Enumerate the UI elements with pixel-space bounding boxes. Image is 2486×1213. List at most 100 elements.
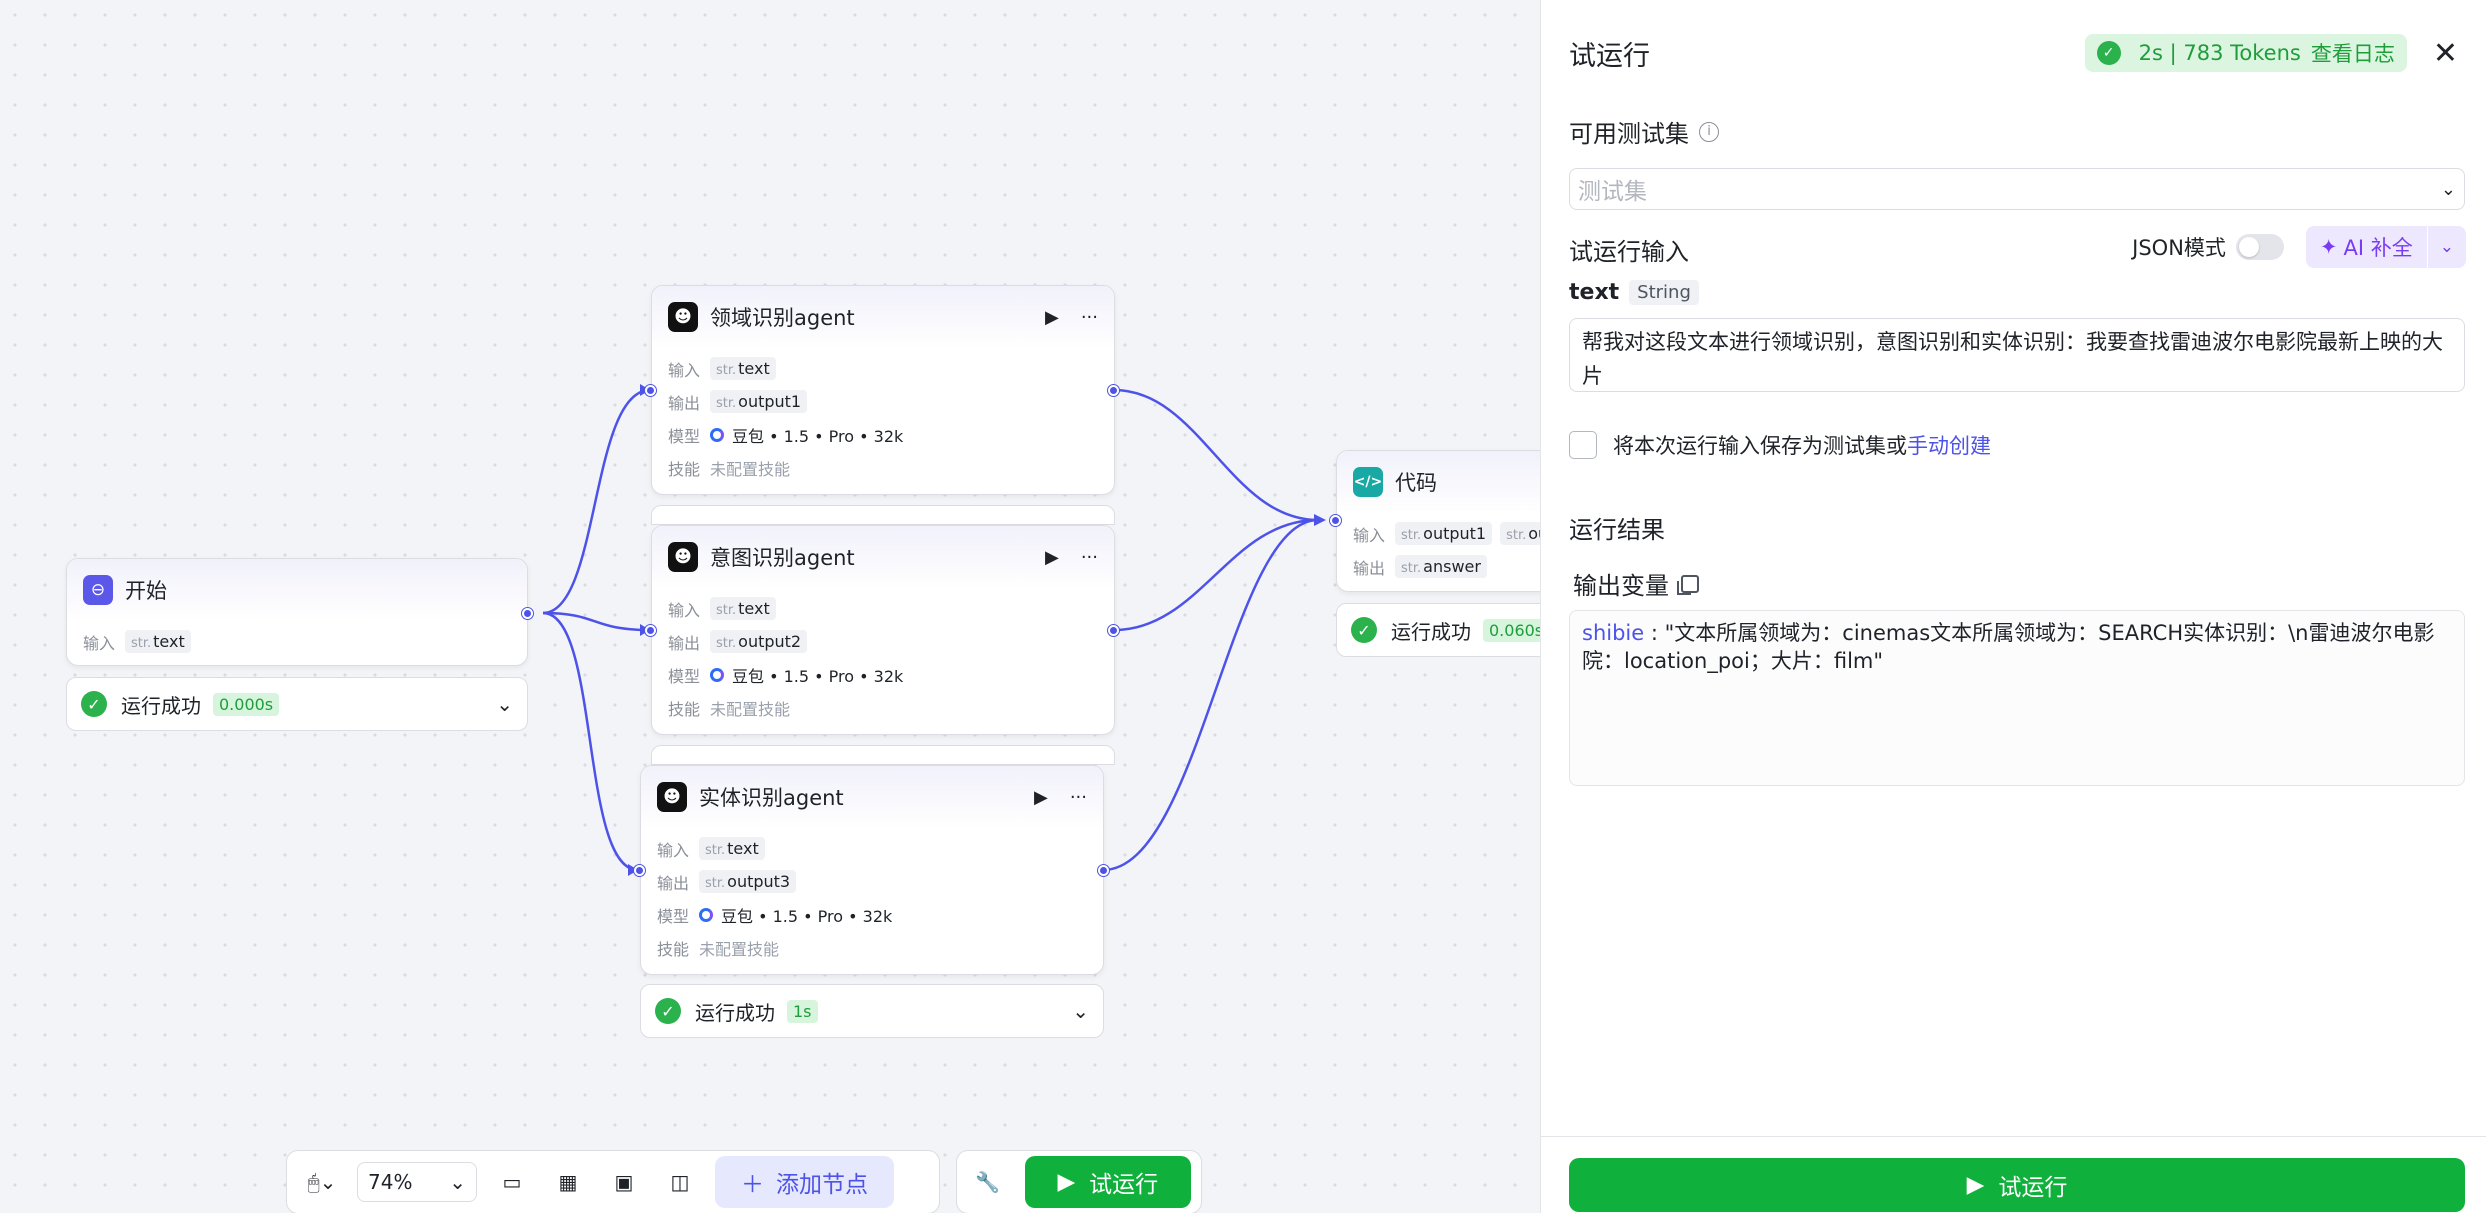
testset-placeholder: 测试集 [1578,179,1647,205]
agent-intent-status-bar [651,745,1115,765]
toolbar-run-button[interactable]: ▶ 试运行 [1024,1156,1191,1208]
input-section: 试运行输入 [1569,232,1689,267]
input-label: 输入 [1353,525,1386,545]
input-label: 输入 [668,360,701,380]
start-status-bar[interactable]: ✓ 运行成功 0.000s ⌄ [66,677,528,731]
chevron-down-icon[interactable]: ⌄ [496,692,513,716]
edge-start-entity [542,611,639,872]
doubao-model-icon [699,907,713,922]
layout-grid-icon[interactable]: ▦ [547,1161,589,1203]
play-icon[interactable]: ▶ [1045,307,1059,328]
agent-entity-input-port[interactable] [634,865,645,876]
mouse-mode-icon[interactable]: 🖱⌄ [301,1161,343,1203]
output-label: 输出 [1353,558,1386,578]
manual-create-link[interactable]: 手动创建 [1907,430,1991,460]
model-label: 模型 [657,906,690,926]
json-mode-toggle[interactable] [2235,234,2284,260]
output-var-chip: str. output2 [710,630,808,653]
save-testset-text: 将本次运行输入保存为测试集或 [1613,434,1907,458]
ai-fill-button[interactable]: ✦ AI 补全 ⌄ [2305,226,2466,268]
code-input-port[interactable] [1330,515,1341,526]
result-section: 运行结果 [1569,510,1665,545]
input-var-chip: str. text [710,357,776,380]
close-icon[interactable]: ✕ [2433,36,2458,71]
skill-value: 未配置技能 [710,699,791,719]
agent-node-title: 意图识别agent [710,546,855,570]
chevron-down-icon[interactable]: ⌄ [1072,999,1089,1023]
token-badge: ✓ 2s | 783 Tokens 查看日志 [2084,34,2407,72]
copy-icon[interactable] [1677,574,1699,595]
result-label: 运行结果 [1569,516,1665,544]
save-testset-checkbox[interactable] [1569,431,1597,459]
agent-intent-input-port[interactable] [645,625,656,636]
panel-run-button[interactable]: ▶ 试运行 [1569,1158,2465,1212]
agent-entity-output-port[interactable] [1098,865,1109,876]
time-badge: 0.000s [213,692,280,716]
add-node-label: 添加节点 [776,1172,868,1198]
status-text: 运行成功 [121,693,201,718]
more-icon[interactable]: ··· [1081,547,1098,568]
skill-label: 技能 [668,459,701,479]
var-name: text [1569,280,1620,305]
agent-domain-output-port[interactable] [1108,385,1119,396]
agent-entity-status-bar[interactable]: ✓ 运行成功 1s ⌄ [640,984,1104,1038]
output-label: 输出 [668,633,701,653]
agent-node-title: 实体识别agent [699,786,844,810]
output-var-label: 输出变量 [1573,572,1669,600]
edge-start-intent [542,611,651,632]
model-name: 豆包 • 1.5 • Pro • 32k [721,906,893,926]
model-name: 豆包 • 1.5 • Pro • 32k [732,426,904,446]
add-node-button[interactable]: ＋ 添加节点 [715,1156,894,1208]
testset-label: 可用测试集 [1569,120,1689,148]
zoom-select[interactable]: 74% ⌄ [357,1162,477,1202]
agent-domain-input-port[interactable] [645,385,656,396]
input-section-label: 试运行输入 [1569,238,1689,266]
more-icon[interactable]: ··· [1070,787,1087,808]
input-var-chip: str. text [710,597,776,620]
agent-domain-status-bar [651,505,1115,525]
skill-value: 未配置技能 [699,939,780,959]
agent-node-intent[interactable]: ☻ 意图识别agent ▶ ··· 输入 str. text 输出 str. outpu… [651,525,1115,735]
chevron-down-icon[interactable]: ⌄ [2428,237,2466,257]
output-label: 输出 [657,873,690,893]
start-output-port[interactable] [522,608,533,619]
input-var-chip: str. text [125,630,191,653]
agent-node-entity[interactable]: ☻ 实体识别agent ▶ ··· 输入 str. text 输出 str. outpu… [640,765,1104,975]
input-textarea[interactable]: 帮我对这段文本进行领域识别，意图识别和实体识别：我要查找雷迪波尔电影院最新上映的… [1569,318,2465,392]
chevron-down-icon: ⌄ [449,1170,466,1194]
comment-icon[interactable]: ▭ [491,1161,533,1203]
play-icon[interactable]: ▶ [1045,547,1059,568]
input-label: 输入 [83,633,116,653]
agent-icon: ☻ [668,542,698,572]
agent-node-domain[interactable]: ☻ 领域识别agent ▶ ··· 输入 str. text 输出 str. outpu… [651,285,1115,495]
json-mode-label: JSON模式 [2132,236,2226,260]
testset-select[interactable]: 测试集 ⌄ [1569,168,2465,210]
view-log-link[interactable]: 查看日志 [2311,38,2395,68]
start-node[interactable]: ⊖ 开始 输入 str. text [66,558,528,666]
result-box: shibie : "文本所属领域为：cinemas文本所属领域为：SEARCH实… [1569,610,2465,786]
more-icon[interactable]: ··· [1081,307,1098,328]
wrench-icon[interactable]: 🔧 [967,1161,1009,1203]
code-icon: </> [1353,467,1383,497]
edge-domain-code [1113,388,1319,522]
plus-icon: ＋ [741,1172,764,1198]
panel-run-label: 试运行 [1998,1175,2068,1201]
agent-node-title: 领域识别agent [710,306,855,330]
agent-intent-output-port[interactable] [1108,625,1119,636]
minimap-icon[interactable]: ◫ [659,1161,701,1203]
image-icon[interactable]: ▣ [603,1161,645,1203]
info-icon[interactable]: i [1699,121,1719,142]
canvas-toolbar: 🖱⌄ 74% ⌄ ▭ ▦ ▣ ◫ ＋ 添加节点 [286,1150,940,1213]
output-var-chip: str. output3 [699,870,797,893]
edge-intent-code [1113,518,1319,632]
model-label: 模型 [668,666,701,686]
status-text: 运行成功 [1391,619,1471,644]
result-key: shibie [1582,621,1645,645]
token-text: 2s | 783 Tokens [2138,41,2301,65]
panel-title: 试运行 [1569,40,1650,72]
start-node-title: 开始 [125,579,167,603]
ai-fill-label: AI 补全 [2343,236,2413,260]
start-icon: ⊖ [83,575,113,605]
play-icon[interactable]: ▶ [1034,787,1048,808]
output-label: 输出 [668,393,701,413]
